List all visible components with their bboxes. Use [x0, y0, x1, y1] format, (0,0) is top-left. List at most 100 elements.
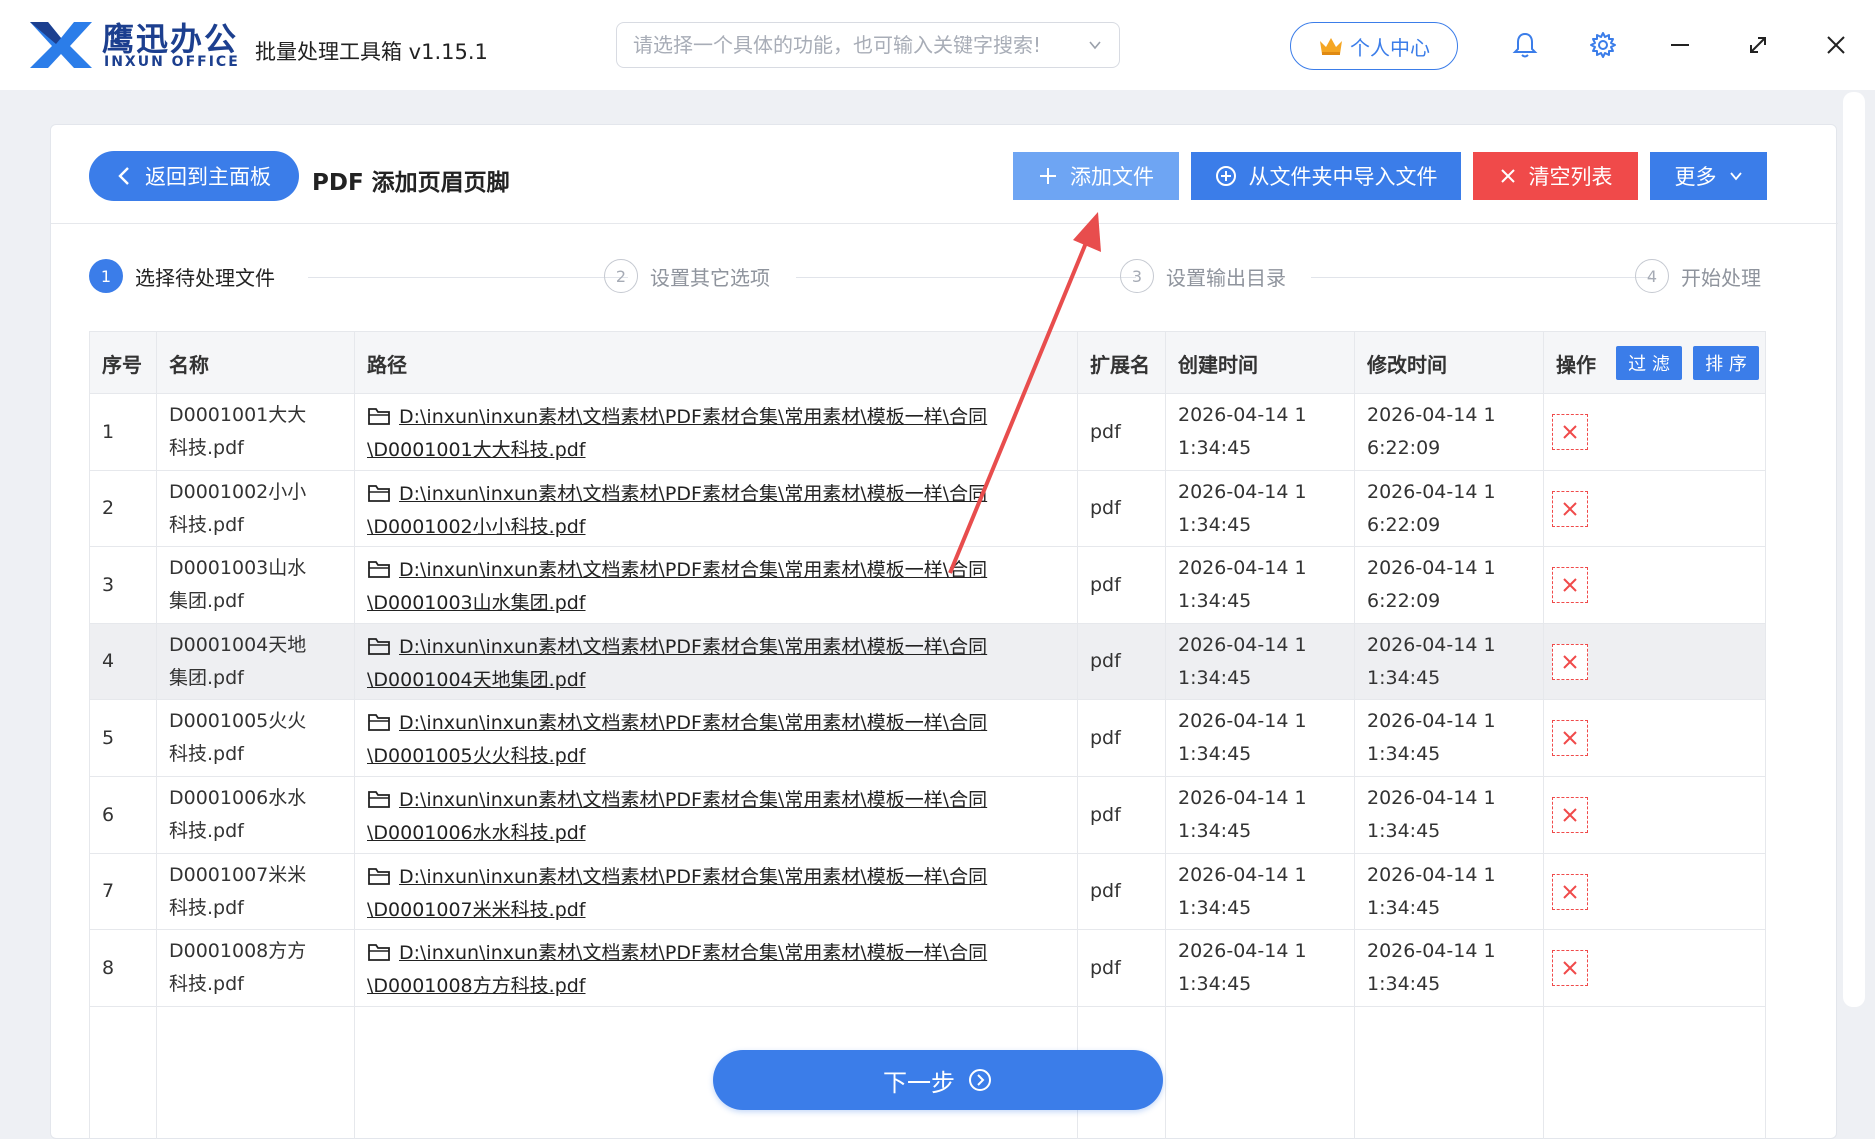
step-select-files: 1 选择待处理文件: [89, 259, 275, 293]
maximize-icon[interactable]: [1741, 28, 1775, 62]
cell-created-wrap: 2026-04-14 11:34:45: [1178, 700, 1318, 776]
column-divider: [156, 332, 157, 1139]
header-created: 创建时间: [1178, 352, 1258, 377]
cell-path: D:\inxun\inxun素材\文档素材\PDF素材合集\常用素材\模板一样\…: [367, 707, 1067, 773]
cell-modified-wrap: 2026-04-14 16:22:09: [1367, 471, 1507, 547]
filter-button[interactable]: 过 滤: [1616, 346, 1682, 380]
user-center-label: 个人中心: [1350, 35, 1430, 60]
cell-ext: pdf: [1090, 650, 1121, 673]
cell-name-wrap: D0001003山水集团.pdf: [169, 547, 319, 623]
file-path-link[interactable]: D:\inxun\inxun素材\文档素材\PDF素材合集\常用素材\模板一样\…: [367, 559, 987, 614]
more-label: 更多: [1674, 165, 1717, 189]
folder-icon: [368, 867, 390, 885]
cell-index: 3: [102, 573, 115, 596]
search-input[interactable]: [633, 33, 1087, 57]
column-divider: [1354, 332, 1355, 1139]
file-path-link[interactable]: D:\inxun\inxun素材\文档素材\PDF素材合集\常用素材\模板一样\…: [367, 942, 987, 997]
delete-row-button[interactable]: [1552, 873, 1588, 910]
table-row[interactable]: 2 D0001002小小科技.pdf D:\inxun\inxun素材\文档素材\P…: [90, 471, 1765, 548]
delete-row-button[interactable]: [1552, 950, 1588, 987]
delete-row-button[interactable]: [1552, 797, 1588, 833]
cell-created: 2026-04-14 11:34:45: [1178, 404, 1307, 459]
page-title: PDF 添加页眉页脚: [312, 170, 510, 196]
table-row[interactable]: 6 D0001006水水科技.pdf D:\inxun\inxun素材\文档素材\P…: [90, 777, 1765, 854]
file-path-link[interactable]: D:\inxun\inxun素材\文档素材\PDF素材合集\常用素材\模板一样\…: [367, 483, 987, 538]
column-divider: [354, 332, 355, 1139]
cell-modified-wrap: 2026-04-14 16:22:09: [1367, 394, 1507, 470]
plus-icon: [1040, 168, 1056, 184]
table-row[interactable]: 3 D0001003山水集团.pdf D:\inxun\inxun素材\文档素材\P…: [90, 547, 1765, 624]
step-label: 选择待处理文件: [135, 265, 275, 290]
cell-modified: 2026-04-14 11:34:45: [1367, 940, 1496, 996]
delete-row-button[interactable]: [1552, 567, 1588, 604]
file-path-link[interactable]: D:\inxun\inxun素材\文档素材\PDF素材合集\常用素材\模板一样\…: [367, 406, 987, 461]
cell-name: D0001003山水集团.pdf: [169, 557, 307, 613]
cell-created: 2026-04-14 11:34:45: [1178, 710, 1307, 766]
user-center-button[interactable]: 个人中心: [1290, 22, 1458, 70]
folder-icon: [368, 637, 390, 655]
cell-path: D:\inxun\inxun素材\文档素材\PDF素材合集\常用素材\模板一样\…: [367, 554, 1067, 620]
cell-modified: 2026-04-14 11:34:45: [1367, 633, 1496, 689]
delete-row-button[interactable]: [1552, 643, 1588, 680]
sort-button[interactable]: 排 序: [1693, 346, 1759, 380]
step-other-options: 2 设置其它选项: [604, 259, 770, 293]
file-table: 序号 名称 路径 扩展名 创建时间 修改时间 操作 过 滤 排 序 1 D0001…: [89, 331, 1766, 1139]
cell-name: D0001008方方科技.pdf: [169, 940, 307, 996]
minimize-icon[interactable]: [1663, 28, 1697, 62]
delete-row-button[interactable]: [1552, 490, 1588, 527]
file-path-link[interactable]: D:\inxun\inxun素材\文档素材\PDF素材合集\常用素材\模板一样\…: [367, 636, 987, 691]
back-to-dashboard-button[interactable]: 返回到主面板: [89, 151, 299, 201]
more-button[interactable]: 更多: [1650, 152, 1767, 200]
table-row[interactable]: 4 D0001004天地集团.pdf D:\inxun\inxun素材\文档素材\P…: [90, 623, 1765, 701]
cell-created-wrap: 2026-04-14 11:34:45: [1178, 547, 1318, 623]
cell-modified: 2026-04-14 16:22:09: [1367, 480, 1496, 536]
back-label: 返回到主面板: [145, 165, 271, 189]
inxun-logo-icon: [30, 22, 92, 68]
close-icon[interactable]: [1819, 28, 1853, 62]
step-label: 开始处理: [1681, 265, 1761, 290]
cell-ext: pdf: [1090, 497, 1121, 520]
cell-path: D:\inxun\inxun素材\文档素材\PDF素材合集\常用素材\模板一样\…: [367, 861, 1067, 927]
cell-ext: pdf: [1090, 956, 1121, 979]
cell-index: 4: [102, 650, 115, 673]
column-divider: [1165, 332, 1166, 1139]
cell-path: D:\inxun\inxun素材\文档素材\PDF素材合集\常用素材\模板一样\…: [367, 937, 1067, 1003]
cell-created: 2026-04-14 11:34:45: [1178, 787, 1307, 842]
step-connector: [1311, 277, 1651, 278]
step-number: 3: [1120, 259, 1154, 293]
divider: [51, 223, 1838, 224]
table-row[interactable]: 1 D0001001大大科技.pdf D:\inxun\inxun素材\文档素材\P…: [90, 394, 1765, 471]
table-row[interactable]: 8 D0001008方方科技.pdf D:\inxun\inxun素材\文档素材\P…: [90, 930, 1765, 1007]
cell-created: 2026-04-14 11:34:45: [1178, 633, 1307, 689]
step-connector: [308, 277, 628, 278]
delete-row-button[interactable]: [1552, 414, 1588, 450]
gear-icon[interactable]: [1586, 28, 1620, 62]
scrollbar-thumb[interactable]: [1843, 92, 1865, 1007]
table-header: 序号 名称 路径 扩展名 创建时间 修改时间 操作 过 滤 排 序: [90, 332, 1765, 394]
cell-ext: pdf: [1090, 573, 1121, 596]
cell-name: D0001007米米科技.pdf: [169, 863, 307, 919]
table-row[interactable]: 5 D0001005火火科技.pdf D:\inxun\inxun素材\文档素材\P…: [90, 700, 1765, 777]
file-path-link[interactable]: D:\inxun\inxun素材\文档素材\PDF素材合集\常用素材\模板一样\…: [367, 789, 987, 844]
add-file-button[interactable]: 添加文件: [1013, 152, 1179, 200]
function-search[interactable]: [616, 22, 1120, 68]
delete-row-button[interactable]: [1552, 720, 1588, 757]
cell-path: D:\inxun\inxun素材\文档素材\PDF素材合集\常用素材\模板一样\…: [367, 401, 1067, 467]
import-folder-button[interactable]: 从文件夹中导入文件: [1191, 152, 1461, 200]
cell-created: 2026-04-14 11:34:45: [1178, 480, 1307, 536]
next-step-label: 下一步: [883, 1068, 955, 1097]
next-step-button[interactable]: 下一步: [713, 1050, 1163, 1110]
file-path-link[interactable]: D:\inxun\inxun素材\文档素材\PDF素材合集\常用素材\模板一样\…: [367, 866, 987, 921]
cell-name: D0001005火火科技.pdf: [169, 710, 307, 766]
cell-ext: pdf: [1090, 420, 1121, 443]
cell-index: 7: [102, 880, 115, 903]
cell-index: 5: [102, 726, 115, 749]
bell-icon[interactable]: [1508, 28, 1542, 62]
file-path-link[interactable]: D:\inxun\inxun素材\文档素材\PDF素材合集\常用素材\模板一样\…: [367, 712, 987, 767]
x-icon: [1563, 655, 1577, 669]
clear-list-button[interactable]: 清空列表: [1473, 152, 1638, 200]
table-row[interactable]: 7 D0001007米米科技.pdf D:\inxun\inxun素材\文档素材\P…: [90, 854, 1765, 931]
chevron-down-icon[interactable]: [1087, 37, 1103, 53]
import-folder-label: 从文件夹中导入文件: [1248, 165, 1438, 189]
chevron-left-icon: [118, 167, 129, 185]
